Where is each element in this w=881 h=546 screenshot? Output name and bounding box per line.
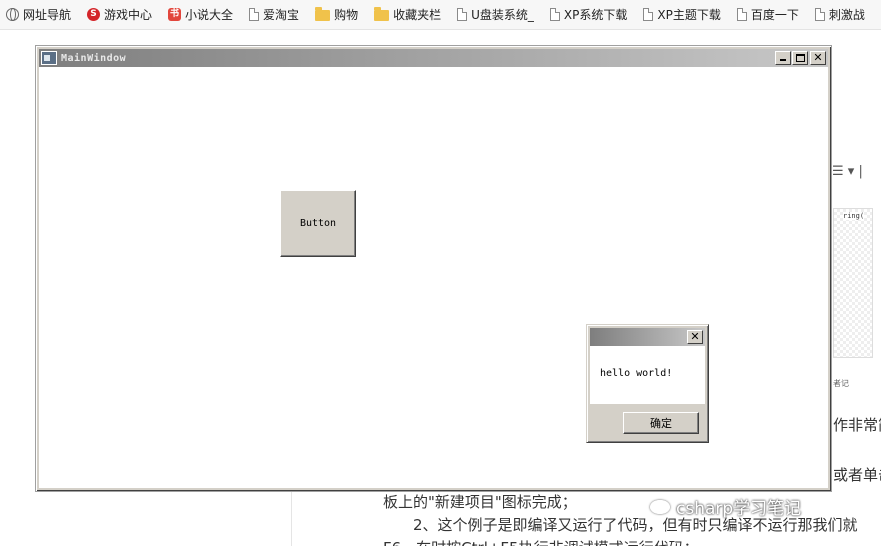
page-icon — [643, 8, 654, 21]
page-icon — [249, 8, 260, 21]
article-line-fragment: 或者单击 — [833, 466, 881, 484]
bookmark-aitaobao[interactable]: 爱淘宝 — [249, 0, 300, 29]
caption-buttons: ✕ — [774, 51, 826, 65]
bookmark-xp-themes[interactable]: XP主题下载 — [643, 0, 721, 29]
bookmark-label: 购物 — [334, 8, 359, 22]
bookmark-shopping-folder[interactable]: 购物 — [315, 0, 359, 29]
novel-icon: 书 — [168, 8, 182, 21]
bookmark-label: 小说大全 — [185, 8, 234, 22]
bookmark-nav[interactable]: 网址导航 — [6, 0, 72, 29]
bookmark-games[interactable]: S 游戏中心 — [87, 0, 153, 29]
bookmark-novels[interactable]: 书小说大全 — [168, 0, 234, 29]
maximize-button[interactable] — [792, 51, 808, 65]
editor-snippet: ring( — [843, 212, 865, 220]
bookmark-label: U盘装系统_ — [471, 8, 534, 22]
bookmark-label: XP主题下载 — [657, 8, 721, 22]
page-icon — [457, 8, 468, 21]
bookmark-baidu[interactable]: 百度一下 — [736, 0, 799, 29]
bookmark-xp-download[interactable]: XP系统下载 — [549, 0, 628, 29]
article-side-panel — [40, 490, 292, 546]
bookmark-usb-system[interactable]: U盘装系统_ — [457, 0, 534, 29]
message-text: hello world! — [600, 368, 673, 379]
game-center-icon: S — [87, 8, 101, 21]
bookmark-label: 收藏夹栏 — [393, 8, 442, 22]
page-icon — [736, 8, 747, 21]
bookmark-favorites-folder[interactable]: 收藏夹栏 — [374, 0, 442, 29]
close-icon: ✕ — [690, 330, 700, 343]
ok-button[interactable]: 确定 — [623, 412, 699, 434]
minimize-button[interactable] — [775, 51, 791, 65]
main-window: MainWindow ✕ Button — [35, 45, 832, 492]
close-icon: ✕ — [813, 51, 823, 64]
page-icon — [549, 8, 560, 21]
bookmark-label: XP系统下载 — [563, 8, 628, 22]
article-paragraph-line: 板上的"新建项目"图标完成； — [383, 493, 577, 511]
message-box-body: hello world! — [590, 346, 705, 404]
page-icon — [814, 8, 825, 21]
bookmark-label: 爱淘宝 — [263, 8, 300, 22]
message-box-close-button[interactable]: ✕ — [687, 330, 703, 344]
editor-screenshot-fragment: ring( — [833, 208, 873, 358]
bookmarks-bar: 网址导航 S 游戏中心 书小说大全 爱淘宝 购物 收藏夹栏 U盘装系统_ XP系统… — [0, 0, 881, 30]
maximize-icon — [796, 54, 805, 62]
article-paragraph-line: F6，在时按Ctrl+F5执行非调试模式运行代码： — [383, 537, 699, 546]
folder-icon — [374, 6, 390, 21]
bookmark-label: 百度一下 — [750, 8, 799, 22]
globe-icon — [6, 8, 19, 21]
bookmark-label: 网址导航 — [23, 8, 72, 22]
minimize-icon — [780, 59, 786, 61]
main-window-client-area: Button — [39, 67, 828, 488]
editor-caption-fragment: 者记 — [833, 379, 849, 388]
message-box: ✕ hello world! 确定 — [586, 324, 709, 443]
app-window-icon — [41, 51, 57, 65]
main-window-titlebar[interactable]: MainWindow ✕ — [39, 49, 828, 67]
bookmark-label: 刺激战 — [828, 8, 865, 22]
wechat-icon — [650, 499, 670, 514]
main-button[interactable]: Button — [280, 190, 356, 257]
bookmark-label: 游戏中心 — [104, 8, 153, 22]
close-button[interactable]: ✕ — [810, 51, 826, 65]
folder-icon — [315, 6, 331, 21]
bookmark-game[interactable]: 刺激战 — [814, 0, 865, 29]
watermark: csharp学习笔记 — [650, 494, 801, 519]
message-box-titlebar[interactable]: ✕ — [590, 328, 705, 346]
watermark-text: csharp学习笔记 — [676, 499, 802, 519]
screen: 网址导航 S 游戏中心 书小说大全 爱淘宝 购物 收藏夹栏 U盘装系统_ XP系统… — [0, 0, 881, 546]
article-line-fragment: 作非常简 — [833, 416, 881, 434]
main-window-title: MainWindow — [61, 52, 127, 64]
editor-toolbar-fragment: ☰ ▾ | — [832, 164, 863, 179]
